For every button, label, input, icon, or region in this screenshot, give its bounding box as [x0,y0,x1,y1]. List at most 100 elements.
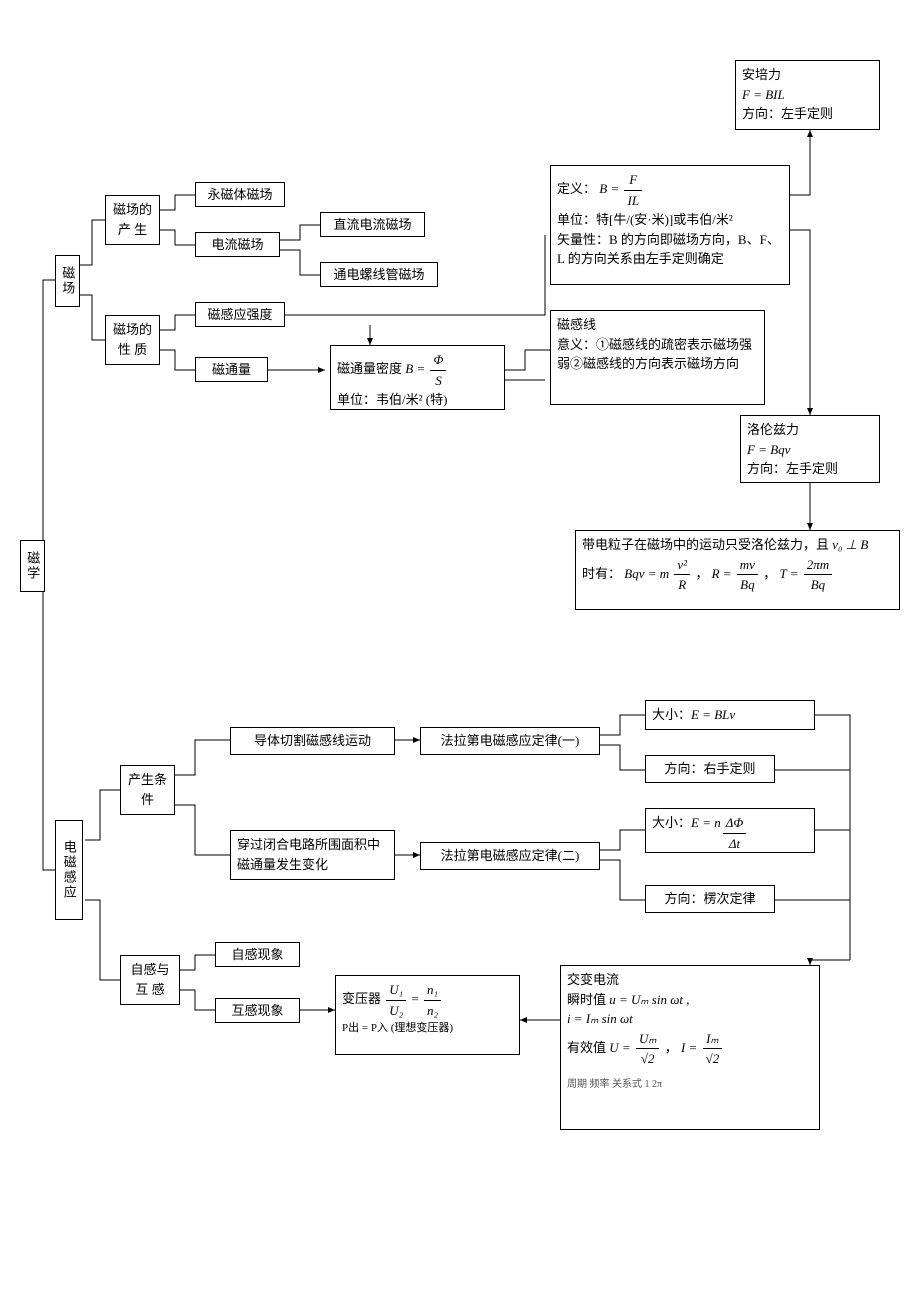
node-dc-field: 直流电流磁场 [320,212,425,237]
node-definition: 定义： B = FIL 单位：特[牛/(安·米)]或韦伯/米² 矢量性：B 的方… [550,165,790,285]
eq1l: Bqv = m [624,565,669,580]
line2: 时有： Bqv = m v²R ， R = mvBq ， T = 2πmBq [582,555,834,595]
num: ΔΦ [723,813,747,834]
prefix: 变压器 [342,991,384,1006]
node-induction: 电磁感应 [55,820,83,920]
title: 洛伦兹力 [747,420,799,440]
label: 磁通量 [212,360,251,380]
eq3l: T = [779,565,801,580]
inst-label: 瞬时值 [567,992,609,1007]
n2: n₁ [424,980,441,1001]
label: 穿过闭合电路所围面积中磁通量发生变化 [237,837,380,872]
eq: F = BIL [742,85,785,105]
node-ac: 交变电流 瞬时值 u = Uₘ sin ωt , i = Iₘ sin ωt 有… [560,965,820,1130]
unit: 单位：韦伯/米² (特) [337,390,447,410]
in: Iₘ [703,1029,723,1050]
node-field: 磁场 [55,255,80,307]
d3: Bq [804,575,832,595]
node-faraday2: 法拉第电磁感应定律(二) [420,842,600,870]
node-solenoid: 通电螺线管磁场 [320,262,438,287]
node-mutual: 互感现象 [215,998,300,1023]
node-flux-density: 磁通量密度 B = ΦS 单位：韦伯/米² (特) [330,345,505,410]
den: IL [624,191,642,211]
label: 大小： [652,705,691,725]
node-lorentz: 洛伦兹力 F = Bqv 方向：左手定则 [740,415,880,483]
node-charged-particle: 带电粒子在磁场中的运动只受洛伦兹力，且 v₀ ⊥ B 时有： Bqv = m v… [575,530,900,610]
inst-u: u = Uₘ sin ωt , [609,992,689,1007]
meaning: 意义：①磁感线的疏密表示磁场强弱②磁感线的方向表示磁场方向 [557,335,758,374]
node-field-production: 磁场的产 生 [105,195,160,245]
prefix: 定义： [557,181,596,196]
direction: 方向：左手定则 [747,459,838,479]
eq: E = BLv [691,705,735,725]
label: 导体切割磁感线运动 [254,731,371,751]
n1: v² [674,555,690,576]
label: 磁学 [23,551,43,581]
rms-ul: U = [609,1039,634,1054]
node-self-mutual: 自感与互 感 [120,955,180,1005]
label: 磁场的产 生 [113,202,152,237]
title: 安培力 [742,65,781,85]
title: 交变电流 [567,970,619,990]
rms-label: 有效值 [567,1039,609,1054]
id: √2 [703,1049,723,1069]
label: 大小： [652,813,691,833]
transformer-eq: 变压器 U₁U₂ = n₁n₂ [342,980,443,1020]
eq-left: B = [599,181,622,196]
n1: U₁ [386,980,406,1001]
den: Δt [723,834,747,854]
d1: R [674,575,690,595]
label: 磁场的性 质 [113,322,152,357]
prefix: 带电粒子在磁场中的运动只受洛伦兹力，且 [582,537,832,552]
line1: 带电粒子在磁场中的运动只受洛伦兹力，且 v₀ ⊥ B [582,535,868,555]
node-flux: 磁通量 [195,357,268,382]
node-dir1: 方向：右手定则 [645,755,775,783]
num: Φ [430,350,446,371]
node-dir2: 方向：楞次定律 [645,885,775,913]
label: 通电螺线管磁场 [333,265,424,285]
label: 磁感应强度 [207,305,272,325]
node-self: 自感现象 [215,942,300,967]
node-flux-change: 穿过闭合电路所围面积中磁通量发生变化 [230,830,395,880]
label: 永磁体磁场 [207,185,272,205]
instantaneous: 瞬时值 u = Uₘ sin ωt , [567,990,690,1010]
node-fieldlines: 磁感线 意义：①磁感线的疏密表示磁场强弱②磁感线的方向表示磁场方向 [550,310,765,405]
node-cutting: 导体切割磁感线运动 [230,727,395,755]
label: 自感与互 感 [130,962,169,997]
node-transformer: 变压器 U₁U₂ = n₁n₂ P出 = P入 (理想变压器) [335,975,520,1055]
eq-left: E = n [691,813,721,833]
direction: 方向：左手定则 [742,104,833,124]
d2: n₂ [424,1001,441,1021]
n3: 2πm [804,555,832,576]
vector: 矢量性：B 的方向即磁场方向，B、F、L 的方向关系由左手定则确定 [557,230,783,269]
v0: v₀ ⊥ B [832,537,868,552]
eq2l: R = [712,565,735,580]
eq: = [411,991,422,1006]
label: 直流电流磁场 [333,215,411,235]
eq: F = Bqv [747,440,790,460]
den: S [430,371,446,391]
eq-left: B = [405,361,428,376]
label: 电流磁场 [211,235,263,255]
label: 电磁感应 [59,840,79,900]
label: 磁场 [58,266,78,296]
rms-il: I = [681,1039,701,1054]
d1: U₂ [386,1001,406,1021]
unit: 单位：特[牛/(安·米)]或韦伯/米² [557,210,733,230]
node-mag1: 大小： E = BLv [645,700,815,730]
node-field-properties: 磁场的性 质 [105,315,160,365]
label: 方向：右手定则 [664,759,755,779]
label: 法拉第电磁感应定律(一) [441,731,580,751]
label: 方向：楞次定律 [664,889,755,909]
node-permanent: 永磁体磁场 [195,182,285,207]
inst-i: i = Iₘ sin ωt [567,1009,633,1029]
node-current-field: 电流磁场 [195,232,280,257]
power: P出 = P入 (理想变压器) [342,1020,453,1037]
node-faraday1: 法拉第电磁感应定律(一) [420,727,600,755]
d2: Bq [737,575,758,595]
node-conditions: 产生条件 [120,765,175,815]
label: 互感现象 [231,1001,283,1021]
definition-eq: 定义： B = FIL [557,170,644,210]
title: 磁感线 [557,315,596,335]
flux-density-eq: 磁通量密度 B = ΦS [337,350,448,390]
